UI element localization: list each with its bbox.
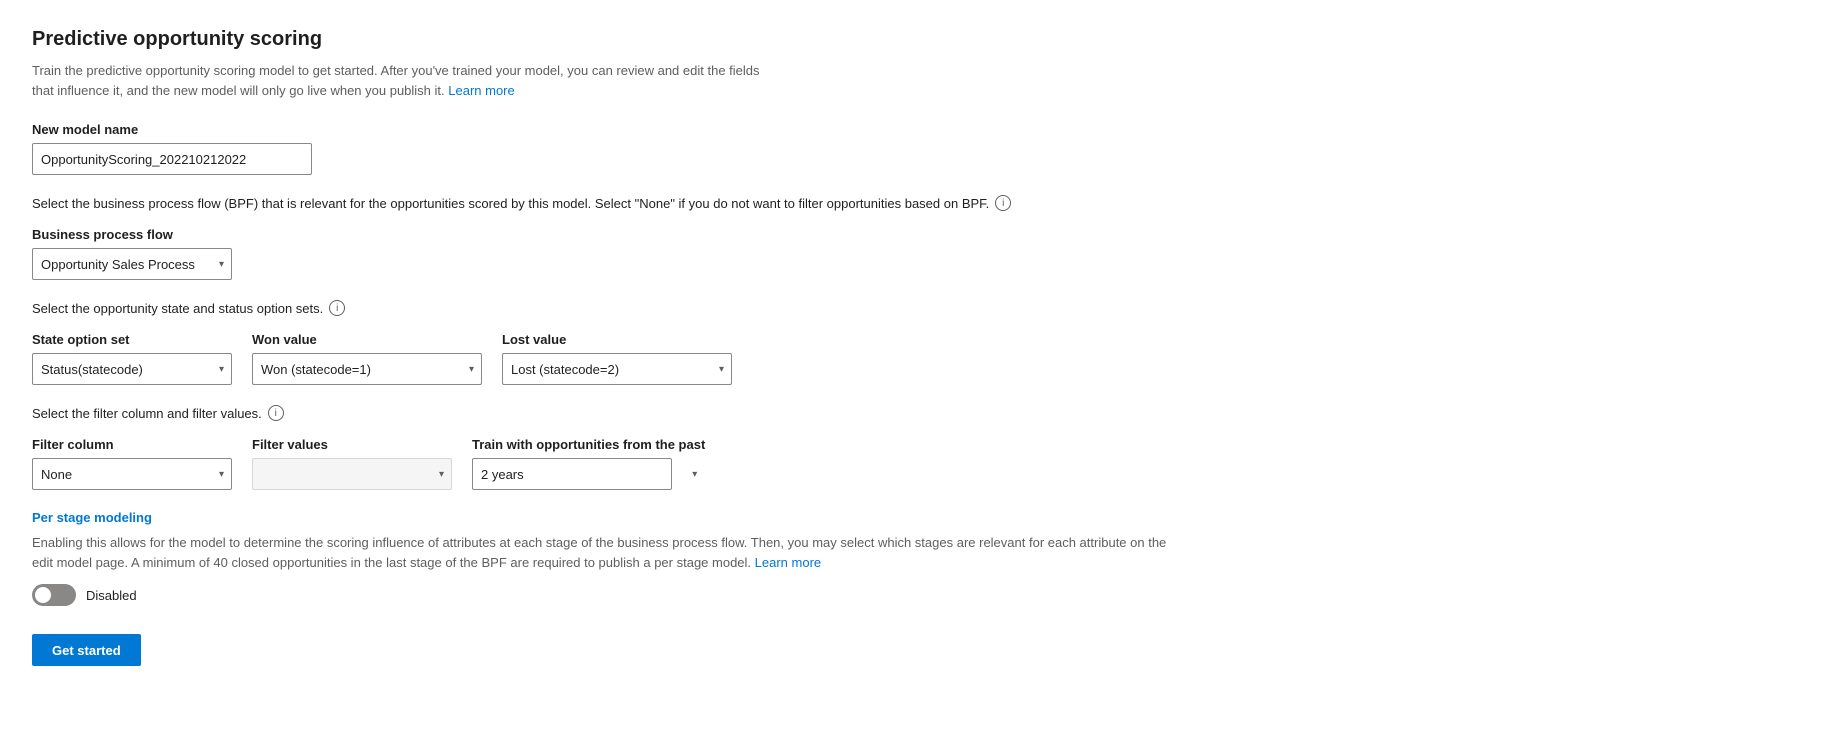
get-started-button[interactable]: Get started bbox=[32, 634, 141, 666]
state-info-icon[interactable]: i bbox=[329, 300, 345, 316]
filter-info-icon[interactable]: i bbox=[268, 405, 284, 421]
filter-values-wrapper: ▾ bbox=[252, 458, 452, 490]
per-stage-description: Enabling this allows for the model to de… bbox=[32, 533, 1168, 572]
learn-more-link[interactable]: Learn more bbox=[448, 83, 514, 98]
per-stage-toggle[interactable] bbox=[32, 584, 76, 606]
train-with-wrapper: 2 years 1 year 3 years 4 years 5 years ▾ bbox=[472, 458, 705, 490]
model-name-input[interactable] bbox=[32, 143, 312, 175]
won-value-group: Won value Won (statecode=1) Open (statec… bbox=[252, 332, 482, 385]
train-with-select[interactable]: 2 years 1 year 3 years 4 years 5 years bbox=[472, 458, 672, 490]
per-stage-learn-more-link[interactable]: Learn more bbox=[755, 555, 821, 570]
page-title: Predictive opportunity scoring bbox=[32, 28, 1168, 51]
toggle-track bbox=[32, 584, 76, 606]
per-stage-description-text: Enabling this allows for the model to de… bbox=[32, 535, 1166, 570]
state-option-set-label: State option set bbox=[32, 332, 232, 347]
state-option-set-wrapper: Status(statecode) Open Won Lost ▾ bbox=[32, 353, 232, 385]
filter-instruction: Select the filter column and filter valu… bbox=[32, 405, 1168, 421]
bpf-select[interactable]: Opportunity Sales Process None bbox=[32, 248, 232, 280]
per-stage-toggle-label: Disabled bbox=[86, 588, 137, 603]
filter-values-label: Filter values bbox=[252, 437, 452, 452]
state-instruction: Select the opportunity state and status … bbox=[32, 300, 1168, 316]
bpf-label: Business process flow bbox=[32, 227, 1168, 242]
page-description: Train the predictive opportunity scoring… bbox=[32, 61, 772, 100]
state-option-set-select[interactable]: Status(statecode) Open Won Lost bbox=[32, 353, 232, 385]
actions-row: Get started bbox=[32, 634, 1168, 666]
filter-values-select[interactable] bbox=[252, 458, 452, 490]
toggle-thumb bbox=[35, 587, 51, 603]
filter-fields-row: Filter column None ▾ Filter values ▾ Tra… bbox=[32, 437, 1168, 490]
bpf-info-icon[interactable]: i bbox=[995, 195, 1011, 211]
per-stage-title: Per stage modeling bbox=[32, 510, 1168, 525]
train-with-label: Train with opportunities from the past bbox=[472, 437, 705, 452]
per-stage-toggle-row: Disabled bbox=[32, 584, 1168, 606]
state-option-set-group: State option set Status(statecode) Open … bbox=[32, 332, 232, 385]
state-fields-row: State option set Status(statecode) Open … bbox=[32, 332, 1168, 385]
train-with-group: Train with opportunities from the past 2… bbox=[472, 437, 705, 490]
won-value-wrapper: Won (statecode=1) Open (statecode=0) Los… bbox=[252, 353, 482, 385]
filter-column-group: Filter column None ▾ bbox=[32, 437, 232, 490]
won-value-label: Won value bbox=[252, 332, 482, 347]
bpf-select-wrapper: Opportunity Sales Process None ▾ bbox=[32, 248, 232, 280]
filter-instruction-text: Select the filter column and filter valu… bbox=[32, 406, 262, 421]
filter-column-wrapper: None ▾ bbox=[32, 458, 232, 490]
filter-column-label: Filter column bbox=[32, 437, 232, 452]
filter-values-group: Filter values ▾ bbox=[252, 437, 452, 490]
filter-column-select[interactable]: None bbox=[32, 458, 232, 490]
bpf-instruction-text: Select the business process flow (BPF) t… bbox=[32, 196, 989, 211]
lost-value-group: Lost value Lost (statecode=2) Open (stat… bbox=[502, 332, 732, 385]
page-container: Predictive opportunity scoring Train the… bbox=[0, 0, 1200, 698]
description-text: Train the predictive opportunity scoring… bbox=[32, 63, 760, 98]
lost-value-wrapper: Lost (statecode=2) Open (statecode=0) Wo… bbox=[502, 353, 732, 385]
lost-value-select[interactable]: Lost (statecode=2) Open (statecode=0) Wo… bbox=[502, 353, 732, 385]
bpf-instruction: Select the business process flow (BPF) t… bbox=[32, 195, 1168, 211]
train-with-chevron-icon: ▾ bbox=[692, 469, 697, 480]
bpf-section: Business process flow Opportunity Sales … bbox=[32, 227, 1168, 280]
per-stage-section: Per stage modeling Enabling this allows … bbox=[32, 510, 1168, 606]
state-instruction-text: Select the opportunity state and status … bbox=[32, 301, 323, 316]
model-name-label: New model name bbox=[32, 122, 1168, 137]
lost-value-label: Lost value bbox=[502, 332, 732, 347]
model-name-section: New model name bbox=[32, 122, 1168, 175]
won-value-select[interactable]: Won (statecode=1) Open (statecode=0) Los… bbox=[252, 353, 482, 385]
